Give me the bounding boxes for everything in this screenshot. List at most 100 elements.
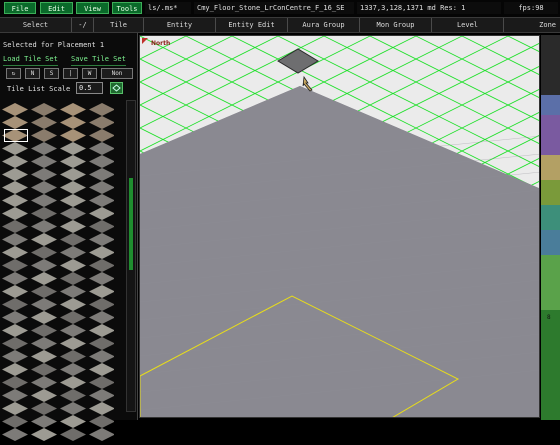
tile-thumbnail[interactable] bbox=[89, 428, 114, 441]
tile-thumbnail[interactable] bbox=[60, 272, 86, 285]
tile-thumbnail[interactable] bbox=[2, 272, 28, 285]
tile-thumbnail[interactable] bbox=[89, 207, 114, 220]
tile-thumbnail[interactable] bbox=[89, 311, 114, 324]
tile-thumbnail[interactable] bbox=[89, 181, 114, 194]
tile-thumbnail[interactable] bbox=[89, 337, 114, 350]
tile-thumbnail[interactable] bbox=[2, 337, 28, 350]
tile-thumbnail[interactable] bbox=[2, 181, 28, 194]
tile-thumbnail[interactable] bbox=[60, 350, 86, 363]
tile-thumbnail[interactable] bbox=[31, 194, 57, 207]
layer-swatch[interactable] bbox=[541, 310, 560, 420]
tile-thumbnail[interactable] bbox=[2, 376, 28, 389]
rotate-button[interactable]: ↻ bbox=[6, 68, 21, 79]
tile-thumbnail[interactable] bbox=[31, 298, 57, 311]
tile-thumbnail[interactable] bbox=[60, 155, 86, 168]
layer-swatch[interactable] bbox=[541, 35, 560, 95]
tile-thumbnail[interactable] bbox=[31, 168, 57, 181]
tile-thumbnail[interactable] bbox=[89, 298, 114, 311]
save-tile-set-button[interactable]: Save Tile Set bbox=[71, 54, 126, 66]
tile-thumbnail[interactable] bbox=[60, 259, 86, 272]
layer-swatch[interactable] bbox=[541, 230, 560, 255]
tile-thumbnail[interactable] bbox=[60, 142, 86, 155]
tile-list-scroll-thumb[interactable] bbox=[129, 178, 133, 270]
tile-thumbnail[interactable] bbox=[60, 311, 86, 324]
tab-entity[interactable]: Entity bbox=[144, 18, 216, 32]
tile-thumbnail[interactable] bbox=[2, 298, 28, 311]
layer-swatch[interactable] bbox=[541, 205, 560, 230]
tools-menu-button[interactable]: Tools bbox=[112, 2, 142, 14]
tile-thumbnail[interactable] bbox=[31, 415, 57, 428]
tile-thumbnail[interactable] bbox=[2, 311, 28, 324]
tile-thumbnail[interactable] bbox=[2, 207, 28, 220]
file-menu-button[interactable]: File bbox=[4, 2, 36, 14]
tile-thumbnail[interactable] bbox=[89, 259, 114, 272]
tile-thumbnail[interactable] bbox=[2, 285, 28, 298]
tile-thumbnail[interactable] bbox=[60, 168, 86, 181]
tile-grid-icon[interactable] bbox=[110, 82, 123, 94]
tile-thumbnail[interactable] bbox=[60, 181, 86, 194]
tile-thumbnail[interactable] bbox=[89, 168, 114, 181]
tile-thumbnail[interactable] bbox=[31, 428, 57, 441]
tile-thumbnail[interactable] bbox=[89, 246, 114, 259]
tile-thumbnail[interactable] bbox=[2, 415, 28, 428]
east-button[interactable]: | bbox=[63, 68, 78, 79]
tab-zone[interactable]: Zone bbox=[504, 18, 560, 32]
south-button[interactable]: S bbox=[44, 68, 59, 79]
tile-thumbnail[interactable] bbox=[60, 376, 86, 389]
tile-thumbnail[interactable] bbox=[31, 116, 57, 129]
tile-thumbnail[interactable] bbox=[2, 350, 28, 363]
tile-thumbnail[interactable] bbox=[31, 376, 57, 389]
tile-thumbnail[interactable] bbox=[31, 363, 57, 376]
tile-thumbnail[interactable] bbox=[89, 116, 114, 129]
tile-thumbnail[interactable] bbox=[89, 194, 114, 207]
tile-thumbnail[interactable] bbox=[31, 220, 57, 233]
tile-thumbnail[interactable] bbox=[89, 324, 114, 337]
tile-thumbnail[interactable] bbox=[2, 220, 28, 233]
tile-thumbnail[interactable] bbox=[31, 311, 57, 324]
tile-thumbnail[interactable] bbox=[60, 194, 86, 207]
tile-thumbnail[interactable] bbox=[89, 402, 114, 415]
tile-thumbnail[interactable] bbox=[89, 233, 114, 246]
tile-thumbnail[interactable] bbox=[31, 337, 57, 350]
tile-thumbnail[interactable] bbox=[89, 142, 114, 155]
tile-thumbnail[interactable] bbox=[31, 129, 57, 142]
tile-thumbnail[interactable] bbox=[2, 389, 28, 402]
tile-thumbnail[interactable] bbox=[60, 389, 86, 402]
tile-thumbnail[interactable] bbox=[2, 168, 28, 181]
edit-menu-button[interactable]: Edit bbox=[40, 2, 73, 14]
tile-thumbnail[interactable] bbox=[31, 246, 57, 259]
tile-thumbnail[interactable] bbox=[89, 389, 114, 402]
tile-thumbnail[interactable] bbox=[60, 116, 86, 129]
tab-aura-group[interactable]: Aura Group bbox=[288, 18, 360, 32]
tile-thumbnail[interactable] bbox=[31, 402, 57, 415]
tile-thumbnail[interactable] bbox=[89, 350, 114, 363]
tab-line[interactable]: -/ bbox=[72, 18, 94, 32]
view-menu-button[interactable]: View bbox=[76, 2, 109, 14]
tile-thumbnail[interactable] bbox=[60, 324, 86, 337]
tile-thumbnail[interactable] bbox=[60, 337, 86, 350]
layer-swatch[interactable] bbox=[541, 155, 560, 180]
tile-thumbnail-list[interactable] bbox=[2, 103, 114, 445]
tile-thumbnail[interactable] bbox=[89, 363, 114, 376]
tile-list-scale-input[interactable]: 0.5 bbox=[76, 82, 103, 94]
tab-select[interactable]: Select bbox=[0, 18, 72, 32]
tile-thumbnail[interactable] bbox=[2, 155, 28, 168]
tile-thumbnail[interactable] bbox=[89, 155, 114, 168]
tile-thumbnail[interactable] bbox=[60, 415, 86, 428]
tile-thumbnail[interactable] bbox=[60, 363, 86, 376]
tile-thumbnail[interactable] bbox=[2, 233, 28, 246]
tile-thumbnail[interactable] bbox=[89, 285, 114, 298]
tile-thumbnail[interactable] bbox=[2, 402, 28, 415]
layer-swatch[interactable] bbox=[541, 255, 560, 310]
layer-swatch[interactable] bbox=[541, 95, 560, 115]
tile-thumbnail[interactable] bbox=[89, 220, 114, 233]
tile-thumbnail[interactable] bbox=[31, 259, 57, 272]
tile-thumbnail[interactable] bbox=[2, 259, 28, 272]
tile-thumbnail[interactable] bbox=[31, 181, 57, 194]
tile-thumbnail[interactable] bbox=[60, 428, 86, 441]
tile-thumbnail[interactable] bbox=[60, 285, 86, 298]
map-canvas[interactable]: North bbox=[140, 36, 540, 418]
tile-thumbnail[interactable] bbox=[89, 415, 114, 428]
tile-thumbnail[interactable] bbox=[60, 220, 86, 233]
tile-thumbnail[interactable] bbox=[2, 428, 28, 441]
